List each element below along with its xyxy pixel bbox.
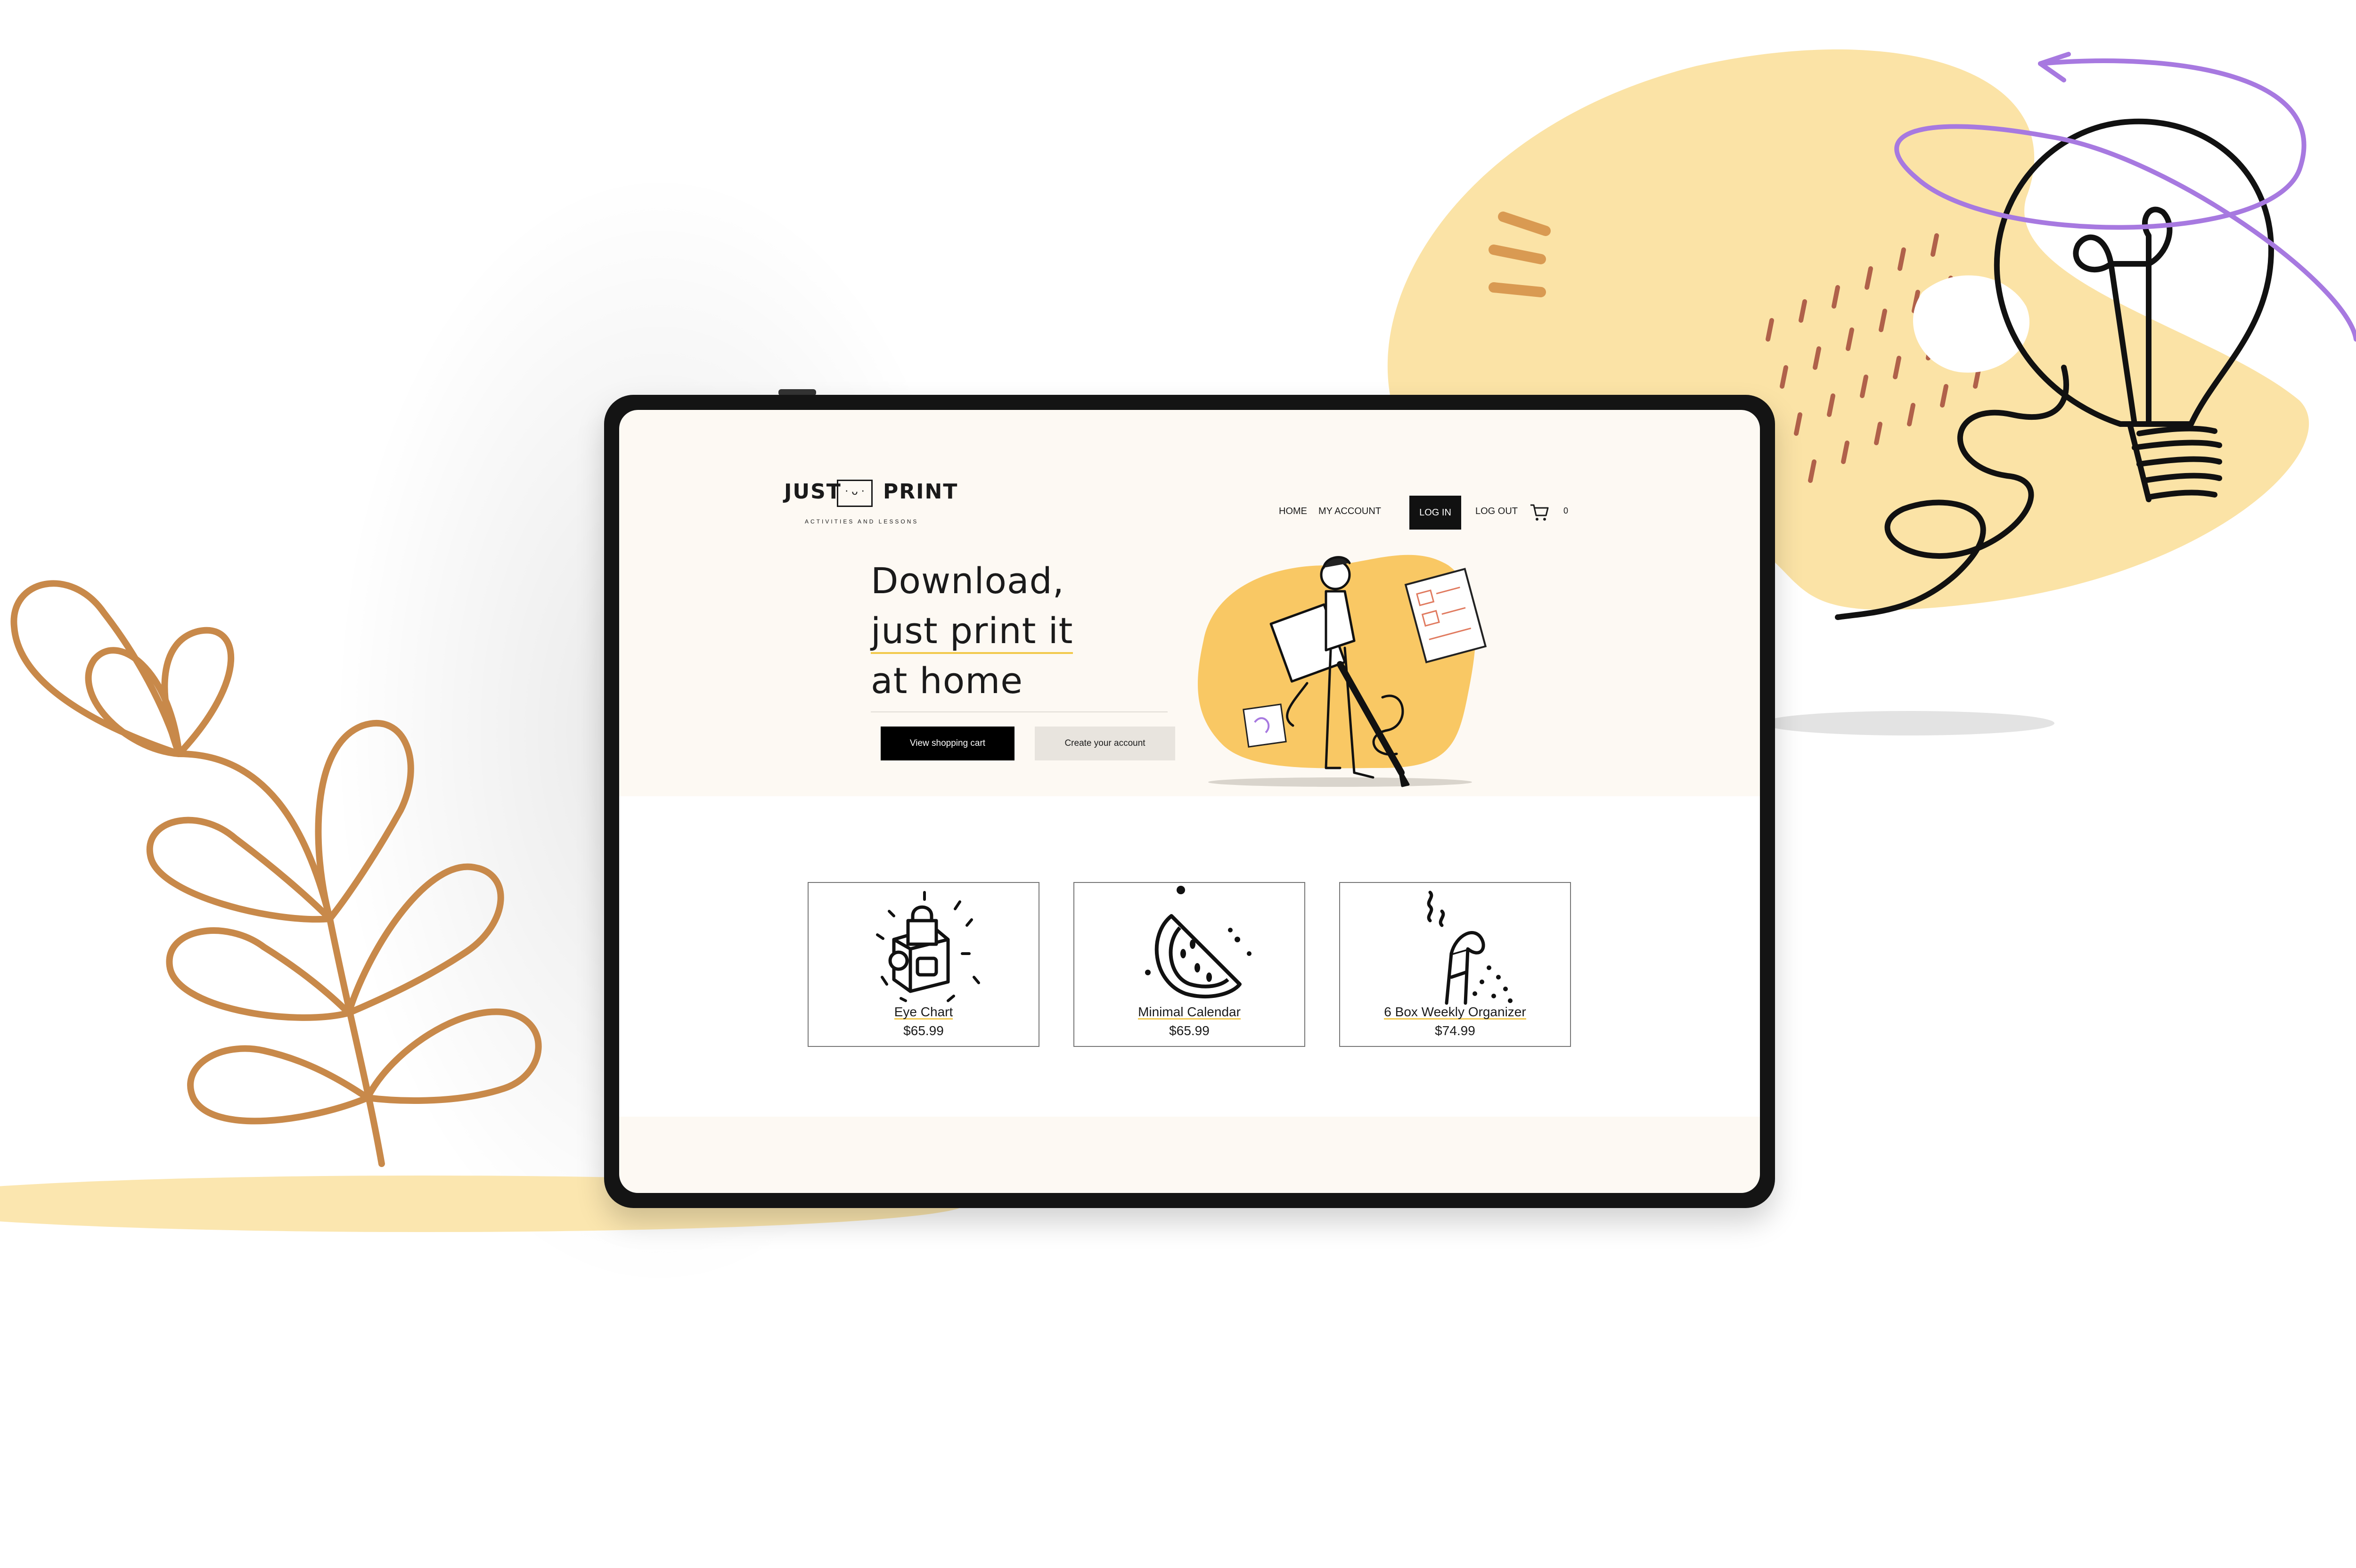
top-navigation: HOME MY ACCOUNT LOG IN LOG OUT 0 — [1279, 496, 1618, 531]
shopping-cart-icon[interactable] — [1529, 502, 1550, 523]
log-in-button[interactable]: LOG IN — [1409, 496, 1461, 530]
product-name: 6 Box Weekly Organizer — [1384, 1004, 1526, 1020]
logo-word-just: JUST — [784, 480, 842, 504]
product-card[interactable]: Eye Chart $65.99 — [808, 882, 1039, 1047]
product-card[interactable]: 6 Box Weekly Organizer $74.99 — [1339, 882, 1571, 1047]
hero-line-3: at home — [871, 660, 1023, 702]
logo-tagline: ACTIVITIES AND LESSONS — [805, 518, 919, 525]
cart-count-badge: 0 — [1563, 506, 1569, 515]
hero-line-2: just print it — [871, 606, 1073, 656]
bulb-floor-shadow — [1762, 711, 2054, 735]
view-shopping-cart-button[interactable]: View shopping cart — [881, 727, 1014, 760]
create-account-button[interactable]: Create your account — [1035, 727, 1175, 760]
watermelon-icon — [1145, 886, 1252, 999]
product-name: Eye Chart — [894, 1004, 953, 1020]
hero-divider — [871, 711, 1168, 712]
nav-home-link[interactable]: HOME — [1279, 506, 1307, 517]
product-price: $74.99 — [1435, 1023, 1475, 1038]
nav-my-account-link[interactable]: MY ACCOUNT — [1318, 506, 1381, 517]
logo-word-print: PRINT — [883, 480, 958, 504]
pencil-hand-icon — [1427, 890, 1513, 1005]
robot-lock-icon — [876, 891, 980, 1002]
product-card[interactable]: Minimal Calendar $65.99 — [1073, 882, 1305, 1047]
hero-sticky-note — [1243, 703, 1287, 748]
hero-line-1: Download, — [871, 560, 1064, 602]
hero-heading: Download, just print it at home — [871, 556, 1135, 706]
tablet-screen: JUST · ᴗ · PRINT ACTIVITIES AND LESSONS … — [619, 410, 1760, 1193]
product-price: $65.99 — [1169, 1023, 1210, 1038]
hero-illustration — [1198, 555, 1487, 787]
smiley-face-icon: · ᴗ · — [837, 480, 873, 507]
leaf-branch-icon — [10, 580, 542, 1167]
tablet-frame: JUST · ᴗ · PRINT ACTIVITIES AND LESSONS … — [604, 395, 1775, 1208]
product-price: $65.99 — [903, 1023, 944, 1038]
product-name: Minimal Calendar — [1138, 1004, 1241, 1020]
nav-log-out-link[interactable]: LOG OUT — [1475, 506, 1518, 517]
hero-floor-shadow — [1208, 777, 1472, 787]
brand-logo[interactable]: JUST · ᴗ · PRINT ACTIVITIES AND LESSONS — [784, 480, 957, 531]
